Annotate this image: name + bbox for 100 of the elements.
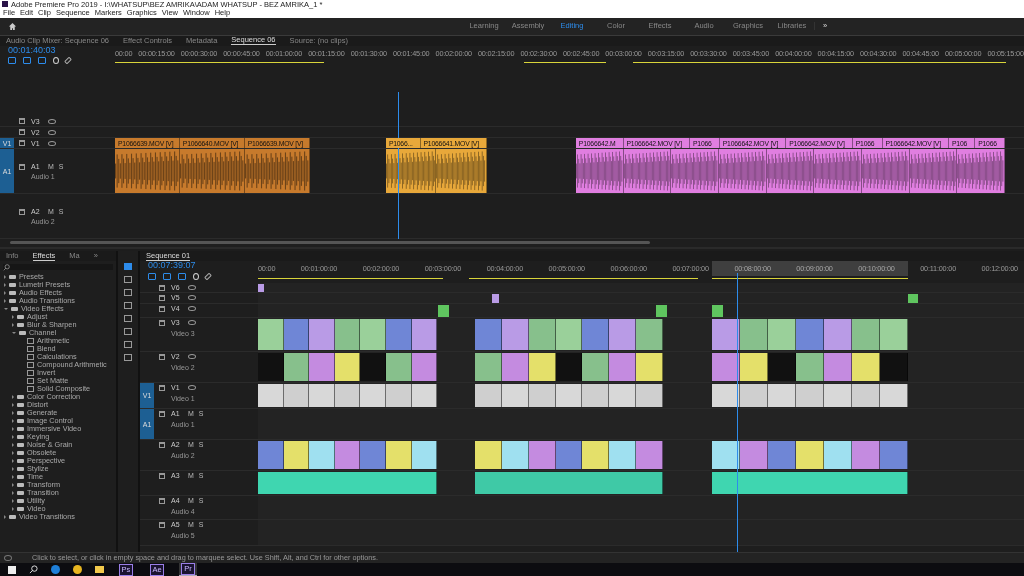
video-clip[interactable]	[283, 319, 310, 351]
audio-clip[interactable]	[555, 441, 583, 470]
video-clip[interactable]	[582, 319, 610, 351]
video-clip[interactable]	[824, 384, 853, 408]
video-clip[interactable]	[712, 384, 741, 408]
video-clip[interactable]	[411, 384, 438, 408]
search-field[interactable]	[3, 264, 113, 271]
video-clip[interactable]	[528, 319, 556, 351]
audio-clip[interactable]	[814, 149, 862, 194]
audio-clip[interactable]	[385, 149, 437, 194]
audio-clip[interactable]	[244, 149, 310, 194]
video-clip[interactable]	[283, 353, 310, 382]
transition-clip[interactable]	[907, 294, 919, 304]
video-clip[interactable]	[386, 319, 412, 351]
video-clip[interactable]	[360, 384, 386, 408]
audio-clip[interactable]	[501, 441, 529, 470]
video-clip[interactable]	[555, 319, 583, 351]
audio-clip[interactable]	[796, 441, 825, 470]
video-clip[interactable]	[880, 353, 909, 382]
lock-icon[interactable]	[159, 353, 165, 360]
video-clip[interactable]	[824, 319, 853, 351]
transition-clip[interactable]	[656, 305, 668, 318]
lock-icon[interactable]	[159, 521, 165, 528]
video-clip[interactable]	[501, 384, 529, 408]
lock-icon[interactable]	[19, 163, 25, 170]
audio-clip[interactable]	[768, 441, 797, 470]
audio-clip[interactable]	[411, 441, 438, 470]
browser-icon[interactable]	[73, 565, 82, 574]
audio-clip[interactable]	[436, 149, 487, 194]
transition-clip[interactable]	[438, 305, 449, 318]
video-clip[interactable]	[712, 353, 741, 382]
video-clip[interactable]	[796, 384, 825, 408]
audio-clip[interactable]	[766, 149, 815, 194]
audio-clip[interactable]	[179, 149, 245, 194]
in-out-range[interactable]	[712, 261, 909, 277]
video-clip[interactable]	[386, 353, 412, 382]
audio-clip[interactable]	[671, 149, 719, 194]
video-clip[interactable]	[609, 384, 637, 408]
video-clip[interactable]	[880, 384, 909, 408]
audio-clip[interactable]	[852, 441, 881, 470]
audio-clip[interactable]	[334, 441, 361, 470]
lock-icon[interactable]	[159, 472, 165, 479]
lock-icon[interactable]	[159, 497, 165, 504]
audio-clip[interactable]	[636, 441, 664, 470]
video-clip[interactable]	[824, 353, 853, 382]
audio-clip[interactable]	[740, 441, 769, 470]
audio-clip[interactable]	[474, 472, 664, 495]
audio-clip[interactable]	[609, 441, 637, 470]
audio-clip[interactable]	[575, 149, 624, 194]
video-clip[interactable]	[852, 353, 881, 382]
audio-clip[interactable]	[360, 441, 386, 470]
video-clip[interactable]	[501, 319, 529, 351]
video-clip[interactable]	[740, 353, 769, 382]
audio-clip[interactable]	[861, 149, 910, 194]
video-clip[interactable]	[360, 319, 386, 351]
lock-icon[interactable]	[159, 441, 165, 448]
video-clip[interactable]	[258, 353, 284, 382]
video-clip[interactable]	[796, 353, 825, 382]
video-clip[interactable]	[582, 384, 610, 408]
audio-clip[interactable]	[712, 441, 741, 470]
video-clip[interactable]	[880, 319, 909, 351]
transition-clip[interactable]	[712, 305, 723, 318]
audio-clip[interactable]	[957, 149, 1005, 194]
video-clip[interactable]	[386, 384, 412, 408]
audio-clip[interactable]	[283, 441, 310, 470]
search-icon[interactable]	[29, 565, 38, 574]
video-clip[interactable]	[768, 319, 797, 351]
video-clip[interactable]	[528, 384, 556, 408]
video-clip[interactable]	[740, 319, 769, 351]
video-clip[interactable]	[258, 384, 284, 408]
timecode[interactable]: 00:01:40:03	[8, 45, 115, 56]
audio-clip[interactable]	[474, 441, 502, 470]
lock-icon[interactable]	[19, 208, 25, 215]
video-clip[interactable]	[258, 319, 284, 351]
scrollbar[interactable]	[10, 241, 650, 245]
video-clip[interactable]	[582, 353, 610, 382]
video-clip[interactable]	[474, 384, 502, 408]
video-clip[interactable]	[309, 384, 335, 408]
video-clip[interactable]	[796, 319, 825, 351]
video-clip[interactable]	[474, 319, 502, 351]
audio-clip[interactable]	[528, 441, 556, 470]
browser-icon[interactable]	[51, 565, 60, 574]
video-clip[interactable]	[528, 353, 556, 382]
video-clip[interactable]	[283, 384, 310, 408]
video-clip[interactable]	[768, 384, 797, 408]
video-clip[interactable]	[852, 319, 881, 351]
audio-clip[interactable]	[824, 441, 853, 470]
video-clip[interactable]	[636, 319, 664, 351]
audio-clip[interactable]	[258, 441, 284, 470]
home-icon[interactable]	[8, 21, 17, 31]
video-clip[interactable]	[768, 353, 797, 382]
video-clip[interactable]	[474, 353, 502, 382]
audio-clip[interactable]	[880, 441, 909, 470]
lock-icon[interactable]	[159, 410, 165, 417]
video-clip[interactable]	[411, 319, 438, 351]
windows-start-icon[interactable]	[8, 565, 16, 574]
video-clip[interactable]	[501, 353, 529, 382]
video-clip[interactable]	[360, 353, 386, 382]
selection-tool-icon[interactable]	[124, 263, 132, 271]
video-clip[interactable]	[411, 353, 438, 382]
